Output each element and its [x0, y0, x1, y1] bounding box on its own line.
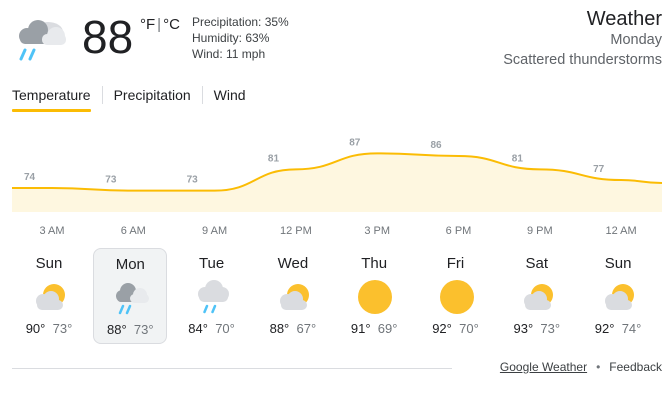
- humidity-text: Humidity: 63%: [192, 31, 270, 45]
- daily-forecast: Sun 90° 73° Mon 88° 73° Tue 84° 70° Wed: [12, 248, 662, 344]
- high-temp: 88°: [269, 321, 290, 336]
- sun-icon: [358, 280, 393, 314]
- low-temp: 73°: [133, 322, 154, 337]
- rain-cloud-icon: [197, 280, 229, 314]
- day-card-wed[interactable]: Wed 88° 67°: [256, 248, 330, 344]
- hour-tick-label: 6 AM: [121, 225, 146, 237]
- day-name: Sun: [35, 255, 63, 272]
- day-name: Mon: [115, 256, 145, 273]
- temperature-data-label: 81: [268, 153, 280, 164]
- unit-separator: |: [157, 16, 162, 33]
- hour-tick-label: 9 PM: [527, 225, 553, 237]
- day-card-fri[interactable]: Fri 92° 70°: [419, 248, 493, 344]
- hour-tick-label: 3 AM: [39, 225, 64, 237]
- thunderstorm-rain-icon: [116, 283, 150, 315]
- day-temperatures: 88° 67°: [256, 321, 330, 337]
- hour-tick-label: 12 AM: [606, 225, 637, 237]
- high-temp: 91°: [350, 321, 371, 336]
- day-name: Tue: [198, 255, 225, 272]
- forecast-tabs: Temperature Precipitation Wind: [12, 86, 246, 112]
- footer-dot: •: [596, 360, 601, 374]
- low-temp: 73°: [540, 321, 561, 336]
- low-temp: 67°: [296, 321, 317, 336]
- day-name: Sat: [525, 255, 549, 272]
- high-temp: 84°: [188, 321, 208, 336]
- temperature-data-label: 73: [105, 175, 117, 186]
- hour-tick-label: 12 PM: [280, 225, 312, 237]
- day-temperatures: 93° 73°: [500, 321, 574, 337]
- day-card-sun[interactable]: Sun 90° 73°: [12, 248, 86, 344]
- celsius-button[interactable]: °C: [163, 16, 180, 33]
- day-temperatures: 92° 70°: [419, 321, 493, 337]
- weather-details: Precipitation: 35% Humidity: 63% Wind: 1…: [192, 14, 289, 62]
- day-name: Fri: [446, 255, 465, 272]
- day-card-sat[interactable]: Sat 93° 73°: [500, 248, 574, 344]
- tab-divider: [101, 86, 103, 104]
- high-temp: 92°: [432, 321, 452, 336]
- day-temperatures: 84° 70°: [175, 321, 249, 337]
- day-name: Wed: [277, 255, 309, 272]
- day-name: Thu: [361, 255, 388, 272]
- weather-title: Weather: [586, 8, 662, 30]
- fahrenheit-button[interactable]: °F: [140, 16, 155, 33]
- current-temperature: 88: [82, 11, 134, 63]
- google-weather-link[interactable]: Google Weather: [500, 360, 587, 374]
- day-temperatures: 88° 73°: [94, 322, 166, 338]
- precipitation-text: Precipitation: 35%: [192, 15, 289, 29]
- feedback-link[interactable]: Feedback: [609, 360, 662, 374]
- partly-cloudy-icon: [605, 284, 635, 310]
- temperature-data-label: 87: [349, 137, 361, 148]
- day-card-thu[interactable]: Thu 91° 69°: [337, 248, 411, 344]
- day-name: Sun: [604, 255, 632, 272]
- high-temp: 93°: [513, 321, 534, 336]
- partly-cloudy-icon: [36, 284, 65, 310]
- temperature-data-label: 73: [187, 175, 199, 186]
- day-card-mon[interactable]: Mon 88° 73°: [93, 248, 168, 344]
- high-temp: 90°: [25, 321, 46, 336]
- low-temp: 74°: [621, 321, 642, 336]
- current-condition: Scattered thunderstorms: [503, 52, 662, 68]
- partly-cloudy-icon: [279, 284, 309, 310]
- day-temperatures: 92° 74°: [581, 321, 655, 337]
- wind-text: Wind: 11 mph: [192, 47, 266, 61]
- current-day: Monday: [610, 32, 662, 48]
- weather-header: Weather Monday Scattered thunderstorms: [503, 8, 662, 70]
- day-temperatures: 91° 69°: [337, 321, 411, 337]
- temperature-data-label: 77: [593, 164, 605, 175]
- temperature-data-label: 86: [431, 140, 443, 151]
- high-temp: 92°: [594, 321, 615, 336]
- hour-tick-label: 9 AM: [202, 225, 227, 237]
- tab-precipitation[interactable]: Precipitation: [114, 86, 191, 112]
- temperature-chart[interactable]: 74 3 AM 73 6 AM 73 9 AM 81 12 PM 87 3 PM 86 6 PM 81 9…: [0, 130, 672, 240]
- thunderstorm-rain-icon: [19, 20, 66, 61]
- low-temp: 70°: [215, 321, 235, 336]
- tab-wind[interactable]: Wind: [214, 86, 246, 112]
- partly-cloudy-icon: [523, 284, 553, 310]
- footer: Google Weather • Feedback: [500, 360, 662, 374]
- temperature-data-label: 74: [24, 172, 36, 183]
- low-temp: 69°: [377, 321, 398, 336]
- temperature-chart-svg: 74 3 AM 73 6 AM 73 9 AM 81 12 PM 87 3 PM 86 6 PM 81 9…: [11, 137, 663, 237]
- hour-tick-label: 3 PM: [364, 225, 390, 237]
- tab-temperature[interactable]: Temperature: [12, 86, 91, 112]
- low-temp: 73°: [52, 321, 73, 336]
- footer-divider: [12, 368, 452, 369]
- low-temp: 70°: [459, 321, 479, 336]
- day-card-sun-next[interactable]: Sun 92° 74°: [581, 248, 655, 344]
- hour-tick-label: 6 PM: [446, 225, 472, 237]
- day-temperatures: 90° 73°: [12, 321, 86, 337]
- high-temp: 88°: [107, 322, 127, 337]
- day-card-tue[interactable]: Tue 84° 70°: [175, 248, 249, 344]
- sun-icon: [439, 280, 474, 314]
- tab-divider: [201, 86, 203, 104]
- unit-toggle: °F | °C: [140, 16, 180, 33]
- temperature-data-label: 81: [512, 153, 524, 164]
